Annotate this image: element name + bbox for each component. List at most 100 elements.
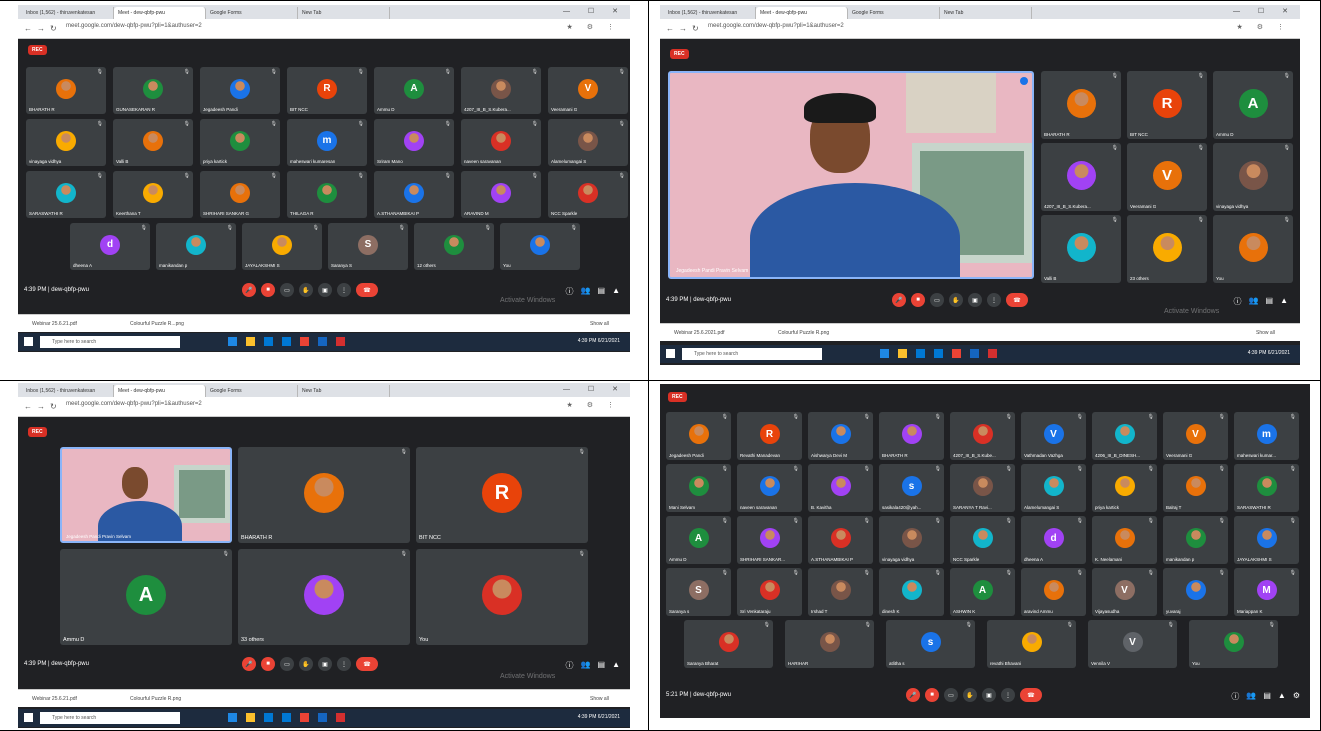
edge-icon[interactable]: [228, 713, 237, 722]
activities-icon[interactable]: ▲: [1278, 691, 1286, 702]
captions-button[interactable]: ▭: [280, 283, 294, 297]
participant-tile[interactable]: 🎙 SARANYA T Ravi...: [950, 464, 1015, 512]
participant-tile[interactable]: 🎙 yuvaraj: [1163, 568, 1228, 616]
participant-tile[interactable]: 🎙 BHARATH R: [26, 67, 106, 114]
windows-start-icon[interactable]: [24, 713, 33, 722]
chrome-icon[interactable]: [952, 349, 961, 358]
participant-tile[interactable]: 🎙 manikandan p: [156, 223, 236, 270]
participant-tile[interactable]: V 🎙 Vennila V: [1088, 620, 1177, 668]
info-icon[interactable]: ⓘ: [566, 660, 574, 671]
participant-tile[interactable]: 🎙 aravind Ammu: [1021, 568, 1086, 616]
more-options-button[interactable]: ⋮: [987, 293, 1001, 307]
participant-tile[interactable]: 🎙 vinayaga vidhya: [26, 119, 106, 166]
word-icon[interactable]: [318, 337, 327, 346]
raise-hand-button[interactable]: ✋: [299, 657, 313, 671]
tab-new-tab[interactable]: New Tab: [298, 7, 390, 19]
participant-tile[interactable]: 🎙 Saranya Bharat: [684, 620, 773, 668]
participant-tile[interactable]: 🎙 naveen saravanan: [461, 119, 541, 166]
people-icon[interactable]: 👥: [581, 286, 591, 297]
acrobat-icon[interactable]: [988, 349, 997, 358]
participant-tile[interactable]: 🎙 4207_III_B_S.Kubera...: [1041, 143, 1121, 211]
participant-tile[interactable]: 🎙 Sri Venkataraju: [737, 568, 802, 616]
participant-tile[interactable]: 🎙 NCC Sparkle: [548, 171, 628, 218]
taskbar-search[interactable]: Type here to search: [40, 336, 180, 348]
leave-call-button[interactable]: ☎: [356, 657, 378, 671]
participant-tile[interactable]: A 🎙 ASHWIN K: [950, 568, 1015, 616]
raise-hand-button[interactable]: ✋: [963, 688, 977, 702]
participant-tile[interactable]: 🎙 Jegadeesh Pandi: [666, 412, 731, 460]
captions-button[interactable]: ▭: [944, 688, 958, 702]
word-icon[interactable]: [318, 713, 327, 722]
edge-icon[interactable]: [880, 349, 889, 358]
participant-tile[interactable]: 🎙 4206_III_B_DINESH...: [1092, 412, 1157, 460]
download-item-pdf[interactable]: Webinar 25.6.21.pdf: [32, 696, 77, 702]
chrome-icon[interactable]: [300, 713, 309, 722]
nav-buttons[interactable]: ←→↻: [666, 24, 704, 33]
download-item-pdf[interactable]: Webinar 25.6.21.pdf: [32, 321, 77, 327]
download-item-pdf[interactable]: Webinar 25.6.2021.pdf: [674, 330, 725, 336]
participant-tile[interactable]: 🎙 JAYALAKSHMI S: [242, 223, 322, 270]
chrome-icon[interactable]: [300, 337, 309, 346]
folder-icon[interactable]: [898, 349, 907, 358]
more-options-button[interactable]: ⋮: [1001, 688, 1015, 702]
address-bar[interactable]: meet.google.com/dew-qbfp-pwu?pli=1&authu…: [66, 23, 202, 29]
mail-icon[interactable]: [934, 349, 943, 358]
participant-tile[interactable]: 🎙 Mani Selvam: [666, 464, 731, 512]
participant-tile[interactable]: 🎙 ARAVIND M: [461, 171, 541, 218]
participant-tile[interactable]: 🎙 THILAGA R: [287, 171, 367, 218]
word-icon[interactable]: [970, 349, 979, 358]
participant-tile[interactable]: S 🎙 Saranya S: [328, 223, 408, 270]
tab-google-forms[interactable]: Google Forms: [206, 7, 298, 19]
camera-off-button[interactable]: ■: [261, 657, 275, 671]
participant-tile[interactable]: 🎙 vinayaga vidhya: [879, 516, 944, 564]
people-icon[interactable]: 👥: [581, 660, 591, 671]
participant-tile[interactable]: 🎙 K. Neelamani: [1092, 516, 1157, 564]
taskbar-search[interactable]: Type here to search: [40, 712, 180, 724]
download-item-png[interactable]: Colourful Puzzle R.png: [778, 330, 829, 336]
present-button[interactable]: ▣: [318, 283, 332, 297]
participant-tile[interactable]: R 🎙 Revathi Manadevan: [737, 412, 802, 460]
show-all-link[interactable]: Show all: [590, 696, 609, 702]
participant-tile[interactable]: s 🎙 atlitha s: [886, 620, 975, 668]
raise-hand-button[interactable]: ✋: [949, 293, 963, 307]
participant-tile[interactable]: V 🎙 Veeramani G: [1163, 412, 1228, 460]
show-all-link[interactable]: Show all: [590, 321, 609, 327]
present-button[interactable]: ▣: [318, 657, 332, 671]
tab-new-tab[interactable]: New Tab: [298, 385, 390, 397]
more-options-button[interactable]: ⋮: [337, 657, 351, 671]
mail-icon[interactable]: [282, 337, 291, 346]
participant-tile[interactable]: 🎙 SARASWATHI R: [26, 171, 106, 218]
present-button[interactable]: ▣: [982, 688, 996, 702]
participant-tile[interactable]: 🎙 priya kartick: [200, 119, 280, 166]
participant-tile[interactable]: d 🎙 dheena A: [70, 223, 150, 270]
participant-tile[interactable]: R 🎙 BIT NCC: [1127, 71, 1207, 139]
participant-tile[interactable]: V 🎙 Vathmadan Vazhga: [1021, 412, 1086, 460]
folder-icon[interactable]: [246, 337, 255, 346]
leave-call-button[interactable]: ☎: [1006, 293, 1028, 307]
tab-new-tab[interactable]: New Tab: [940, 7, 1032, 19]
tab-inbox[interactable]: Inbox (1,562) - thiruvenkatesan: [22, 385, 114, 397]
participant-tile[interactable]: 🎙 JAYALAKSHMI S: [1234, 516, 1299, 564]
participant-tile[interactable]: 🎙 Sriram Mano: [374, 119, 454, 166]
address-bar[interactable]: meet.google.com/dew-qbfp-pwu?pli=1&authu…: [708, 23, 844, 29]
participant-tile[interactable]: 🎙 Keerthana T: [113, 171, 193, 218]
leave-call-button[interactable]: ☎: [356, 283, 378, 297]
store-icon[interactable]: [264, 337, 273, 346]
store-icon[interactable]: [264, 713, 273, 722]
participant-tile[interactable]: 🎙 GUNASEKARAN R: [113, 67, 193, 114]
camera-off-button[interactable]: ■: [261, 283, 275, 297]
participant-tile[interactable]: 🎙 Irshad T: [808, 568, 873, 616]
participant-tile[interactable]: 🎙 Aishwarya Devi M: [808, 412, 873, 460]
tab-meet[interactable]: Meet - dew-qbfp-pwu: [756, 7, 848, 19]
system-clock[interactable]: 4:39 PM 6/21/2021: [578, 338, 620, 344]
participant-tile[interactable]: 🎙 Valli B: [113, 119, 193, 166]
store-icon[interactable]: [916, 349, 925, 358]
participant-tile[interactable]: V 🎙 Veeramani G: [548, 67, 628, 114]
nav-buttons[interactable]: ←→↻: [24, 24, 62, 33]
mail-icon[interactable]: [282, 713, 291, 722]
windows-start-icon[interactable]: [666, 349, 675, 358]
chat-icon[interactable]: ▤: [1266, 296, 1274, 307]
participant-tile[interactable]: m 🎙 maheswari kumar...: [1234, 412, 1299, 460]
participant-tile[interactable]: 🎙 You: [1189, 620, 1278, 668]
window-controls[interactable]: — ☐ ✕: [1233, 7, 1296, 15]
